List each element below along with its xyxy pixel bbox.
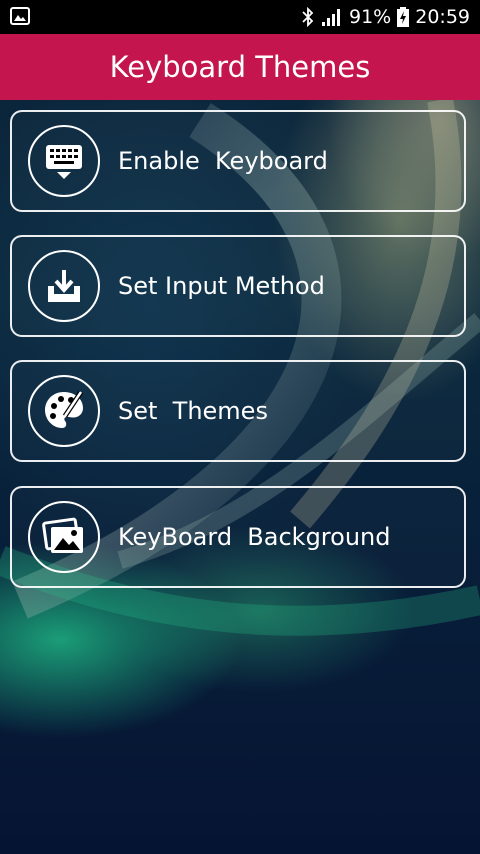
keyboard-icon	[28, 125, 100, 197]
palette-icon	[28, 375, 100, 447]
menu-item-label: Set Themes	[118, 397, 268, 425]
menu-item-label: Set Input Method	[118, 272, 325, 300]
download-tray-icon	[28, 250, 100, 322]
set-themes-button[interactable]: Set Themes	[10, 360, 466, 462]
gallery-notification-icon	[10, 7, 30, 25]
page-title: Keyboard Themes	[109, 50, 371, 84]
signal-icon	[322, 9, 340, 26]
bluetooth-icon	[302, 7, 314, 27]
status-bar: 91% 20:59	[0, 0, 480, 34]
clock: 20:59	[415, 6, 470, 28]
menu-item-label: Enable Keyboard	[118, 147, 328, 175]
battery-charging-icon	[397, 7, 410, 27]
image-gallery-icon	[28, 501, 100, 573]
enable-keyboard-button[interactable]: Enable Keyboard	[10, 110, 466, 212]
keyboard-background-button[interactable]: KeyBoard Background	[10, 486, 466, 588]
menu-item-label: KeyBoard Background	[118, 523, 391, 551]
battery-percent: 91%	[349, 6, 392, 28]
set-input-method-button[interactable]: Set Input Method	[10, 235, 466, 337]
app-bar: Keyboard Themes	[0, 34, 480, 100]
